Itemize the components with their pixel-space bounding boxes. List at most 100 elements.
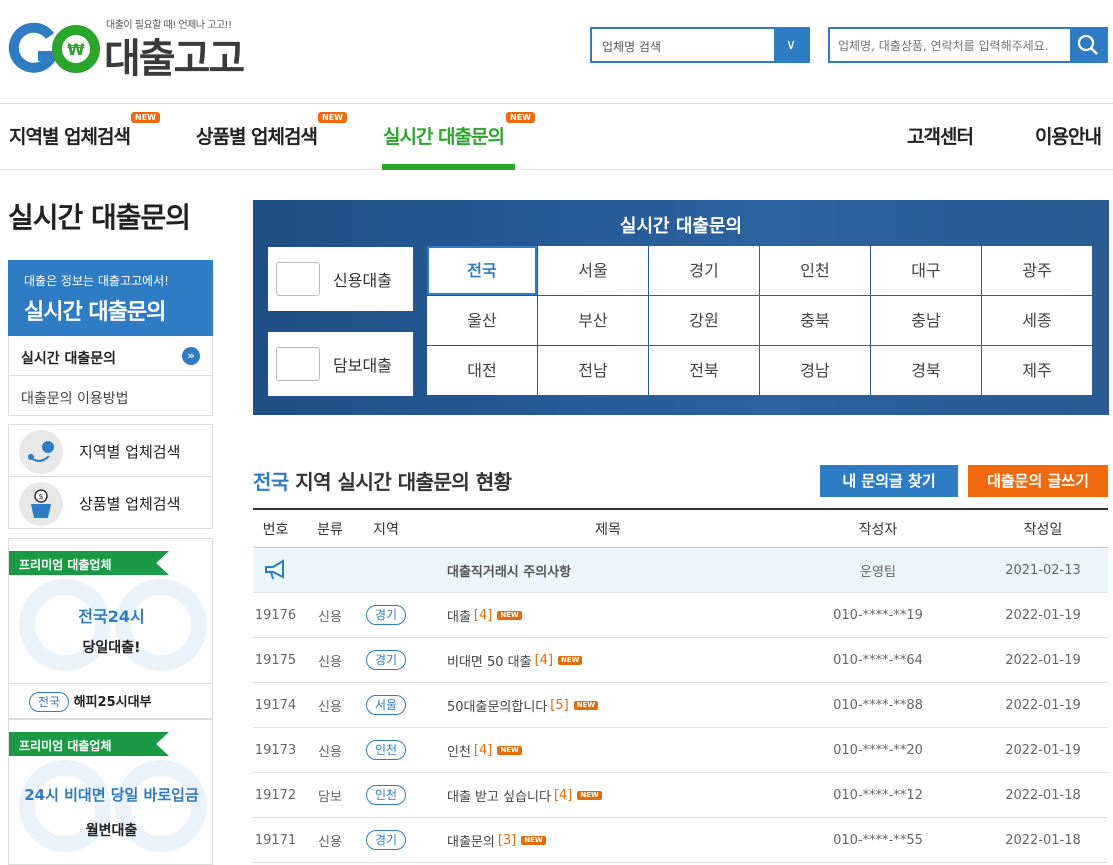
region-button[interactable]: 전북: [649, 346, 759, 395]
loan-type-collateral-button[interactable]: 담보대출: [268, 332, 413, 396]
row-title[interactable]: 대출문의 [3] NEW: [447, 818, 867, 862]
region-button[interactable]: 전남: [538, 346, 648, 395]
nav-item-region-search[interactable]: 지역별 업체검색: [9, 122, 131, 149]
row-date: 2022-01-19: [1005, 652, 1081, 668]
nav-item-live-inquiry[interactable]: 실시간 대출문의: [383, 122, 505, 149]
premium-line1: 전국24시: [78, 607, 145, 626]
sidebar-item-how-to[interactable]: 대출문의 이용방법: [8, 376, 213, 416]
region-button[interactable]: 광주: [982, 246, 1092, 295]
region-button[interactable]: 전국: [427, 246, 537, 295]
comment-count: [5]: [550, 697, 569, 713]
table-row[interactable]: 19175 신용 경기 비대면 50 대출 [4] NEW 010-****-**64 202…: [253, 638, 1108, 683]
nav-active-indicator: [382, 164, 515, 170]
region-pill: 인천: [365, 785, 407, 805]
region-select-panel: 실시간 대출문의 신용대출 담보대출 전국 서울 경기 인천 대구 광주 울산 부산 강원 충북 충…: [253, 200, 1109, 415]
table-row[interactable]: 19173 신용 인천 인천 [4] NEW 010-****-**20 2022-01-19: [253, 728, 1108, 773]
sidebar-link-label: 상품별 업체검색: [79, 495, 181, 513]
row-number: 19173: [254, 742, 297, 758]
write-inquiry-button[interactable]: 대출문의 글쓰기: [968, 465, 1108, 497]
col-category: 분류: [317, 521, 343, 538]
sidebar-title: 실시간 대출문의: [8, 201, 191, 234]
row-number: 19176: [254, 607, 297, 623]
table-row[interactable]: 19171 신용 경기 대출문의 [3] NEW 010-****-**55 2022-01-…: [253, 818, 1108, 863]
region-button[interactable]: 충남: [871, 296, 981, 345]
comment-count: [4]: [473, 742, 493, 758]
region-pill: 경기: [365, 650, 407, 670]
premium-lender-name[interactable]: 전국 해피25시대부: [8, 683, 213, 719]
col-writer: 작성자: [858, 521, 898, 538]
find-my-post-button[interactable]: 내 문의글 찾기: [820, 465, 958, 497]
table-row[interactable]: 19174 신용 서울 50대출문의합니다 [5] NEW 010-****-**88 202…: [253, 683, 1108, 728]
region-button[interactable]: 강원: [649, 296, 759, 345]
banner-subtitle: 대출은 정보는 대출고고에서!: [24, 274, 169, 288]
row-writer: 010-****-**20: [833, 742, 923, 758]
row-title[interactable]: 인천 [4] NEW: [447, 728, 867, 772]
new-badge: NEW: [506, 112, 535, 123]
loan-type-credit-button[interactable]: 신용대출: [268, 247, 413, 311]
premium-line1: 24시 비대면 당일 바로입금: [24, 786, 199, 804]
region-button[interactable]: 제주: [982, 346, 1092, 395]
row-title[interactable]: 대출 받고 싶습니다 [4] NEW: [447, 773, 867, 817]
region-button[interactable]: 서울: [538, 246, 648, 295]
sidebar-item-label: 대출문의 이용방법: [21, 391, 129, 407]
row-category: 신용: [318, 834, 342, 850]
region-pill: 경기: [365, 605, 407, 625]
board-title-region: 전국: [253, 470, 289, 494]
region-button[interactable]: 인천: [760, 246, 870, 295]
region-button[interactable]: 부산: [538, 296, 648, 345]
col-region: 지역: [373, 521, 399, 538]
search-category-select[interactable]: 업체명 검색 ∨: [590, 27, 810, 63]
region-button[interactable]: 경남: [760, 346, 870, 395]
table-row[interactable]: 19176 신용 경기 대출 [4] NEW 010-****-**19 2022-01-19: [253, 593, 1108, 638]
row-number: 19175: [254, 652, 297, 668]
region-button[interactable]: 충북: [760, 296, 870, 345]
notice-title[interactable]: 대출직거래시 주의사항: [447, 548, 867, 592]
row-category: 담보: [318, 789, 342, 805]
premium-lender-card[interactable]: 프리미엄 대출업체 24시 비대면 당일 바로입금 월변대출: [8, 719, 213, 865]
row-writer: 010-****-**12: [833, 787, 923, 803]
lender-name: 해피25시대부: [73, 695, 152, 710]
sidebar-item-live-inquiry[interactable]: 실시간 대출문의 »: [8, 336, 213, 376]
row-date: 2022-01-18: [1005, 832, 1081, 848]
region-button[interactable]: 경기: [649, 246, 759, 295]
comment-count: [4]: [534, 652, 554, 668]
row-title-text: 비대면 50 대출: [447, 654, 532, 670]
sidebar-link-label: 지역별 업체검색: [79, 443, 181, 461]
house-people-icon: [276, 347, 320, 381]
chevron-down-icon[interactable]: ∨: [774, 29, 808, 61]
new-badge: NEW: [131, 112, 160, 123]
comment-count: [4]: [473, 607, 493, 623]
row-date: 2022-01-19: [1005, 607, 1081, 623]
search-input[interactable]: [838, 36, 1068, 56]
sidebar-link-product-search[interactable]: $ 상품별 업체검색: [8, 476, 213, 529]
region-button[interactable]: 경북: [871, 346, 981, 395]
row-title[interactable]: 50대출문의합니다 [5] NEW: [447, 683, 867, 727]
search-button[interactable]: [1070, 29, 1106, 61]
region-button[interactable]: 세종: [982, 296, 1092, 345]
nav-item-product-search[interactable]: 상품별 업체검색: [196, 122, 318, 149]
search-category-value: 업체명 검색: [602, 40, 662, 54]
row-title-text: 인천: [447, 744, 471, 760]
logo-text[interactable]: 대출고고: [104, 26, 245, 84]
region-button[interactable]: 대구: [871, 246, 981, 295]
region-button[interactable]: 대전: [427, 346, 537, 395]
sidebar-item-label: 실시간 대출문의: [21, 351, 117, 367]
row-title[interactable]: 대출 [4] NEW: [447, 593, 867, 637]
row-writer: 010-****-**88: [833, 697, 923, 713]
region-button[interactable]: 울산: [427, 296, 537, 345]
nav-item-customer-center[interactable]: 고객센터: [907, 122, 974, 149]
premium-lender-card[interactable]: 프리미엄 대출업체 전국24시 당일대출!: [8, 538, 213, 684]
svg-text:$: $: [38, 492, 43, 501]
new-badge: NEW: [318, 112, 347, 123]
double-chevron-right-icon: »: [182, 347, 200, 365]
row-region: 인천: [358, 773, 414, 817]
nav-item-guide[interactable]: 이용안내: [1035, 122, 1102, 149]
loan-type-label: 담보대출: [333, 356, 392, 375]
row-writer: 010-****-**19: [833, 607, 923, 623]
table-row[interactable]: 19172 담보 인천 대출 받고 싶습니다 [4] NEW 010-****-**12 20…: [253, 773, 1108, 818]
row-title[interactable]: 비대면 50 대출 [4] NEW: [447, 638, 867, 682]
sidebar-link-region-search[interactable]: 지역별 업체검색: [8, 424, 213, 477]
row-date: 2022-01-19: [1005, 742, 1081, 758]
notice-row[interactable]: 대출직거래시 주의사항 운영팀 2021-02-13: [253, 548, 1108, 593]
go-logo-icon[interactable]: ₩: [8, 22, 100, 76]
